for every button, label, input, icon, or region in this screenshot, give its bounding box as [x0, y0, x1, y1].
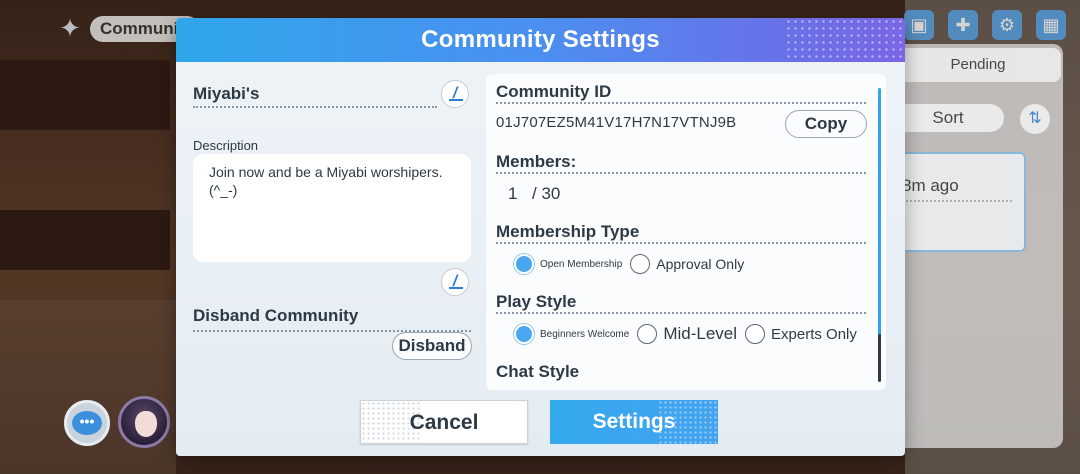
avatar[interactable] [118, 396, 170, 448]
radio-approval-only[interactable] [630, 254, 651, 274]
play-style-label: Play Style [496, 292, 577, 311]
membership-type-options: Open Membership Approval Only [514, 254, 752, 274]
copy-button[interactable]: Copy [785, 110, 867, 138]
radio-open-membership-label[interactable]: Open Membership [540, 259, 622, 270]
top-icon-bar: ▣ ✚ ⚙ ▦ [904, 10, 1066, 40]
description-box[interactable]: Join now and be a Miyabi worshipers. (^_… [193, 154, 471, 262]
settings-scroll-pane[interactable]: Community ID 01J707EZ5M41V17H7N17VTNJ9B … [486, 74, 886, 390]
sparkle-icon[interactable]: ✦ [56, 14, 84, 42]
edit-description-icon[interactable]: / [441, 268, 469, 296]
radio-experts-only-label[interactable]: Experts Only [771, 326, 857, 343]
community-name-row: Miyabi's [193, 82, 437, 108]
radio-open-membership[interactable] [514, 254, 534, 274]
membership-type-divider [496, 242, 866, 244]
avatar-face [135, 411, 157, 437]
community-id-value: 01J707EZ5M41V17H7N17VTNJ9B [496, 114, 737, 131]
gift-box-icon[interactable]: ▣ [904, 10, 934, 40]
disband-button[interactable]: Disband [392, 332, 472, 360]
radio-mid-level-label[interactable]: Mid-Level [663, 324, 737, 344]
community-id-divider [496, 102, 866, 104]
card-divider [902, 200, 1012, 202]
chat-style-label: Chat Style [496, 362, 580, 381]
members-current: 1 [508, 184, 518, 203]
radio-approval-only-label[interactable]: Approval Only [656, 256, 744, 272]
pending-tab[interactable]: Pending [895, 48, 1061, 82]
play-style-options: Beginners Welcome Mid-Level Experts Only [514, 324, 865, 344]
community-id-label: Community ID [496, 82, 612, 101]
radio-experts-only[interactable] [745, 324, 766, 344]
settings-button[interactable]: Settings [550, 400, 718, 444]
scrollbar-track[interactable] [878, 88, 881, 374]
members-label: Members: [496, 152, 577, 171]
members-max: / 30 [532, 184, 561, 203]
members-divider [496, 172, 866, 174]
gear-icon[interactable]: ⚙ [992, 10, 1022, 40]
grid-menu-icon[interactable]: ▦ [1036, 10, 1066, 40]
settings-button-label: Settings [592, 410, 676, 433]
description-label: Description [193, 138, 259, 153]
disband-row: Disband Community [193, 306, 471, 332]
membership-type-label: Membership Type [496, 222, 640, 241]
chat-button[interactable]: ••• [64, 400, 110, 446]
play-style-divider [496, 312, 866, 314]
scrollbar-thumb[interactable] [878, 334, 881, 382]
dialog-title: Community Settings [421, 26, 660, 53]
gift-icon[interactable]: ✚ [948, 10, 978, 40]
cancel-button[interactable]: Cancel [360, 400, 528, 445]
disband-label: Disband Community [193, 306, 359, 325]
sort-order-icon[interactable]: ⇅ [1020, 104, 1050, 134]
card-time-text: 8m ago [902, 176, 959, 195]
radio-mid-level[interactable] [637, 324, 658, 344]
cancel-button-label: Cancel [409, 411, 479, 434]
radio-beginners-welcome-label[interactable]: Beginners Welcome [540, 329, 629, 340]
community-name: Miyabi's [193, 84, 260, 103]
radio-beginners-welcome[interactable] [514, 324, 534, 344]
community-settings-dialog: Community Settings Miyabi's / Descriptio… [176, 18, 905, 456]
edit-name-icon[interactable]: / [441, 80, 469, 108]
chat-bubble-icon: ••• [72, 411, 102, 435]
